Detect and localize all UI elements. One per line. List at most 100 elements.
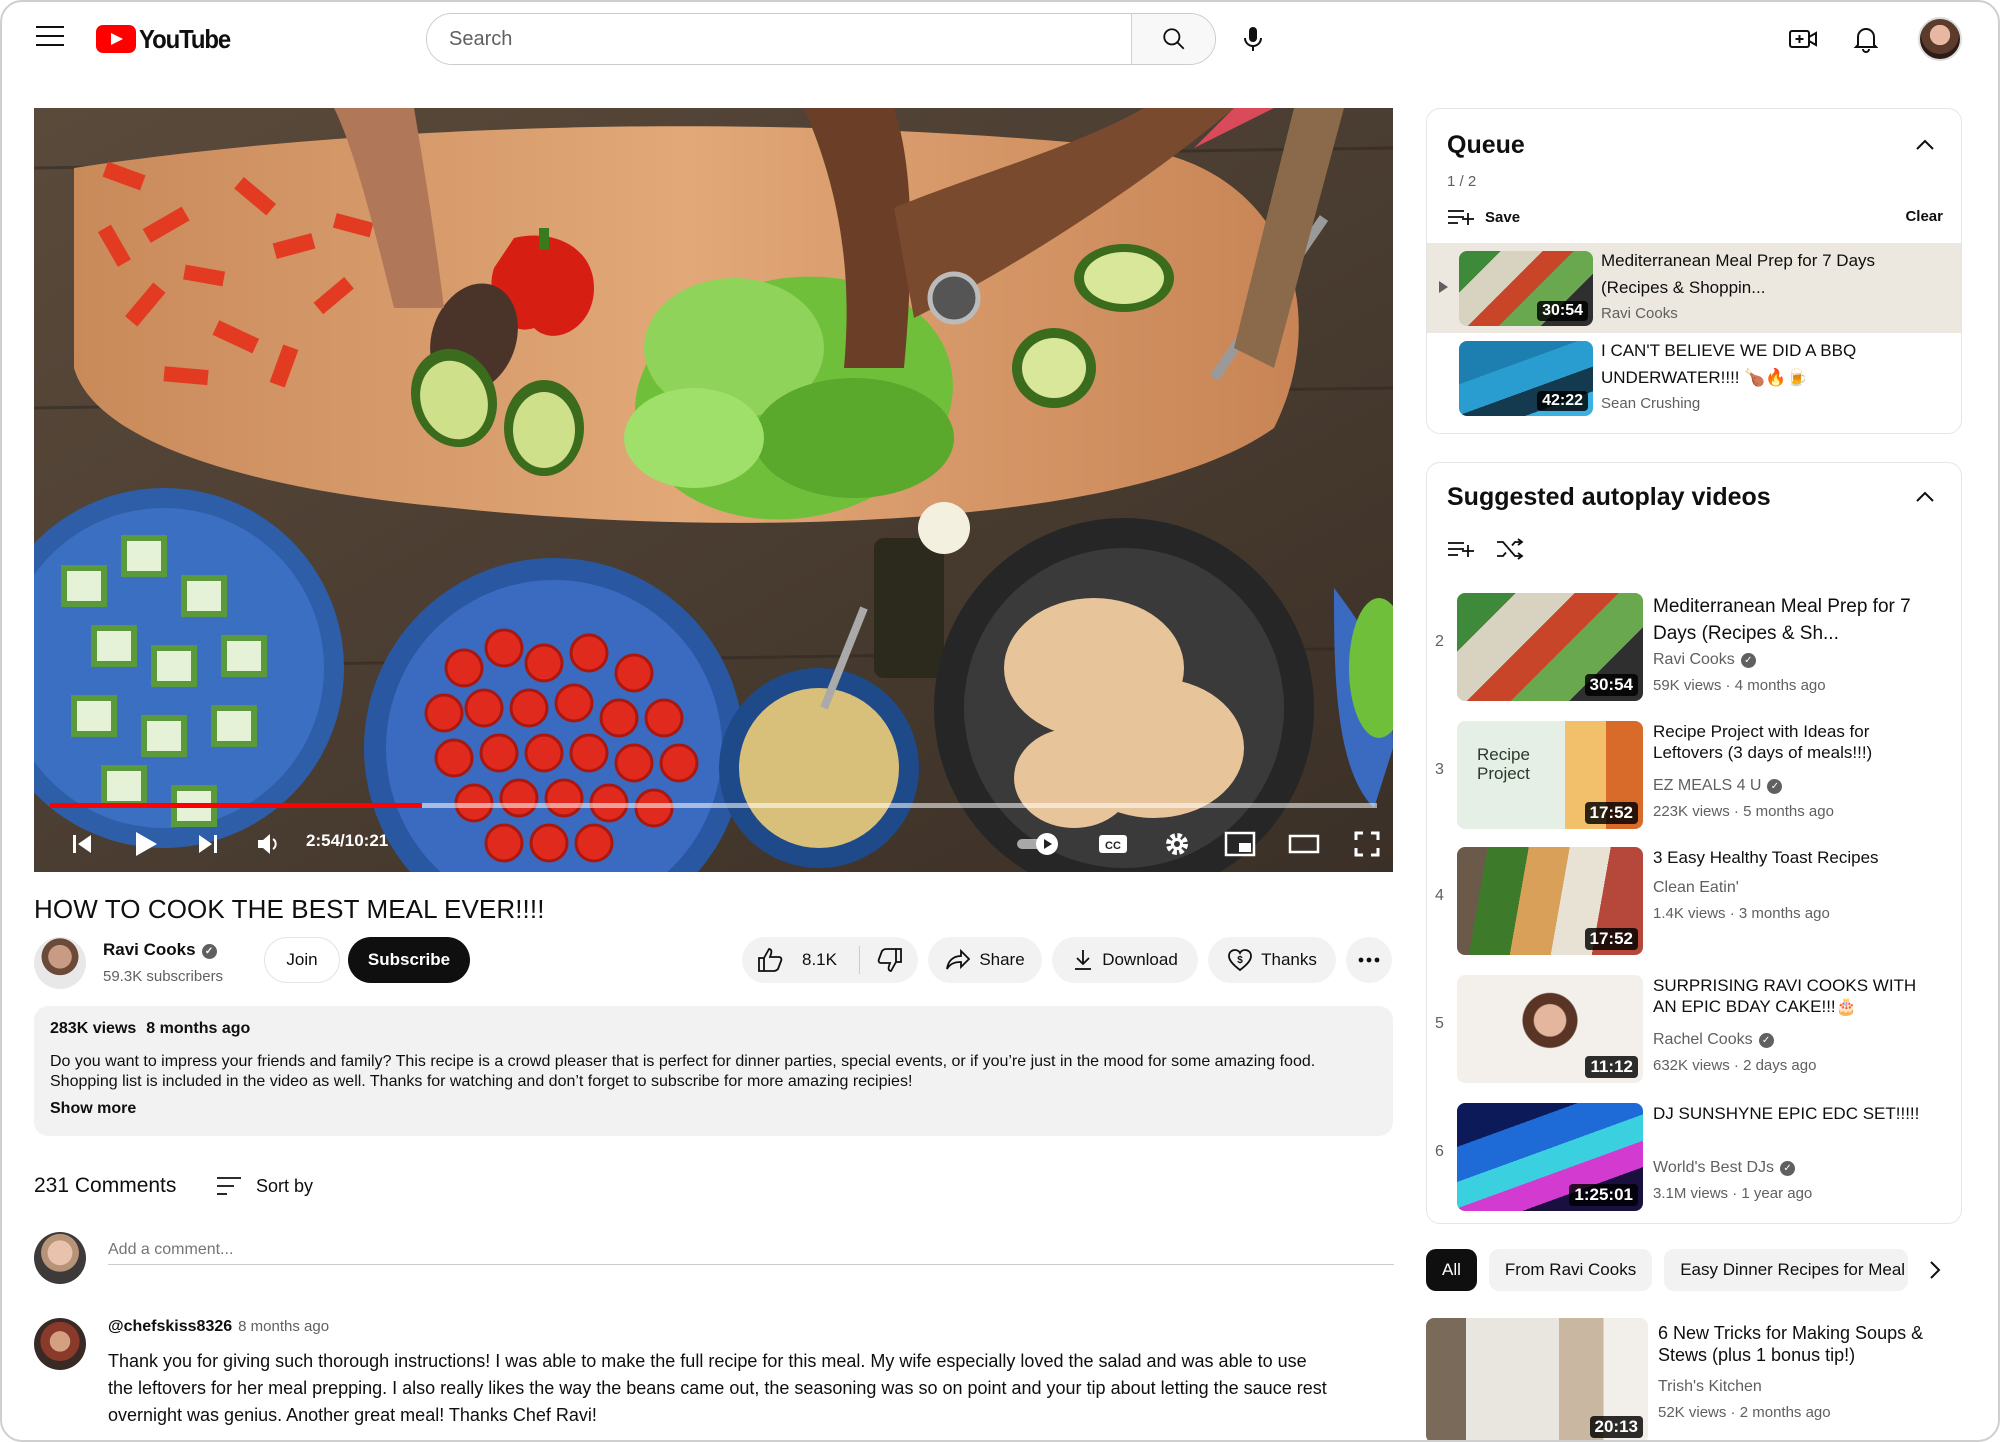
suggested-video-title: DJ SUNSHYNE EPIC EDC SET!!!!! [1653,1104,1920,1123]
progress-played [50,803,422,808]
show-more-button[interactable]: Show more [50,1100,136,1118]
video-title: HOW TO COOK THE BEST MEAL EVER!!!! [34,894,545,924]
like-button[interactable]: 8.1K [756,947,837,973]
queue-item[interactable]: 30:54 Mediterranean Meal Prep for 7 Days… [1427,243,1961,333]
suggested-video-item[interactable]: 3 Recipe Project 17:52 Recipe Project wi… [1427,721,1961,837]
save-queue-button[interactable]: Save [1447,205,1520,229]
video-thumbnail: 30:54 [1459,251,1593,326]
shuffle-button[interactable] [1495,537,1525,566]
view-count: 632K views [1653,1057,1730,1074]
queue-item-title: Mediterranean Meal Prep for 7 Days (Reci… [1601,251,1876,297]
channel-text: Rachel Cooks [1653,1031,1753,1048]
comment-author[interactable]: @chefskiss8326 8 months ago [108,1318,329,1336]
miniplayer-button[interactable] [1220,824,1260,864]
duration-badge: 17:52 [1584,928,1638,950]
suggested-video-item[interactable]: 4 17:52 3 Easy Healthy Toast Recipes Cle… [1427,847,1961,963]
view-count: 1.4K views [1653,905,1726,922]
comment-author-handle: @chefskiss8326 [108,1318,233,1335]
account-avatar[interactable] [1918,17,1962,61]
channel-avatar[interactable] [34,937,86,989]
verified-icon: ✓ [201,944,217,959]
description-text: Do you want to impress your friends and … [50,1053,1316,1090]
upload-age: 4 months ago [1734,677,1826,694]
upload-age: 3 months ago [1738,905,1830,922]
youtube-logo[interactable]: YouTube [96,24,238,54]
item-index: 5 [1435,1015,1444,1032]
add-comment-input[interactable] [108,1235,1394,1265]
subscribe-button[interactable]: Subscribe [348,937,470,983]
view-count: 59K views [1653,677,1722,694]
previous-button[interactable] [64,824,100,864]
item-index: 3 [1435,761,1444,778]
chip-easy-dinner[interactable]: Easy Dinner Recipes for Meal [1664,1249,1909,1291]
suggested-video-item[interactable]: 2 30:54 Mediterranean Meal Prep for 7 Da… [1427,593,1961,709]
recommended-video-item[interactable]: 20:13 6 New Tricks for Making Soups & St… [1426,1318,1962,1440]
view-count: 52K views [1658,1404,1727,1421]
video-player[interactable] [34,108,1393,872]
svg-text:CC: CC [1105,840,1121,852]
top-bar: YouTube [2,2,1998,76]
suggested-video-channel: EZ MEALS 4 U ✓ [1653,777,1783,795]
channel-text: Ravi Cooks [1653,651,1735,668]
more-actions-button[interactable] [1346,937,1392,983]
theater-mode-button[interactable] [1284,824,1324,864]
like-dislike-group: 8.1K [742,937,918,983]
voice-search-button[interactable] [1232,18,1274,60]
suggested-video-item[interactable]: 6 1:25:01 DJ SUNSHYNE EPIC EDC SET!!!!! … [1427,1103,1961,1219]
video-thumbnail: 17:52 [1457,847,1643,955]
autoplay-toggle[interactable] [1014,824,1062,864]
now-playing-icon [1439,281,1448,293]
autoplay-toggle-icon [1017,833,1058,855]
share-button[interactable]: Share [928,937,1042,983]
chevron-up-icon [1916,139,1934,150]
suggested-video-channel: Ravi Cooks ✓ [1653,651,1756,669]
save-label: Save [1485,208,1521,226]
thumbs-down-icon [877,948,902,972]
search-button[interactable] [1131,14,1215,64]
microphone-icon [1244,27,1262,51]
queue-item[interactable]: 42:22 I CAN'T BELIEVE WE DID A BBQ UNDER… [1427,333,1961,423]
play-button[interactable] [126,824,166,864]
queue-title: Queue [1447,131,1525,159]
play-logo-icon [96,25,136,53]
commenter-avatar[interactable] [34,1318,86,1370]
captions-button[interactable]: CC [1094,824,1132,864]
skip-previous-icon [73,835,91,853]
suggested-video-item[interactable]: 5 11:12 SURPRISING RAVI COOKS WITH AN EP… [1427,975,1961,1091]
suggested-video-meta: 223K views · 5 months ago [1653,803,1834,820]
logo-text: YouTube [139,23,231,54]
collapse-suggested-button[interactable] [1911,483,1939,511]
bell-icon [1853,28,1879,53]
settings-button[interactable] [1158,824,1196,864]
play-icon [136,832,157,856]
share-label: Share [979,950,1025,969]
create-button[interactable] [1784,20,1822,58]
fullscreen-button[interactable] [1348,824,1386,864]
clear-queue-button[interactable]: Clear [1905,208,1943,225]
playlist-add-icon [1448,210,1474,225]
description-box[interactable]: 283K views 8 months ago Do you want to im… [34,1006,1393,1136]
comment-time: 8 months ago [238,1318,330,1335]
fullscreen-icon [1354,831,1380,857]
dislike-button[interactable] [876,947,912,973]
thanks-button[interactable]: $ Thanks [1208,937,1336,983]
menu-icon[interactable] [36,26,64,46]
progress-bar[interactable] [50,803,1377,808]
next-button[interactable] [190,824,226,864]
download-button[interactable]: Download [1052,937,1198,983]
sort-comments-button[interactable]: Sort by [216,1172,313,1200]
collapse-queue-button[interactable] [1911,131,1939,159]
search-input[interactable] [427,14,1131,64]
suggested-video-title: 3 Easy Healthy Toast Recipes [1653,848,1879,867]
add-all-to-queue-button[interactable] [1447,540,1475,563]
chips-next-button[interactable] [1920,1249,1950,1291]
channel-name[interactable]: Ravi Cooks ✓ [103,940,217,960]
chip-all[interactable]: All [1426,1249,1477,1291]
chip-from-channel[interactable]: From Ravi Cooks [1488,1249,1653,1291]
video-frame-image [34,108,1393,872]
video-thumbnail: 20:13 [1426,1318,1648,1440]
volume-button[interactable] [250,824,286,864]
playlist-add-icon [1448,542,1474,557]
join-button[interactable]: Join [264,937,340,983]
notifications-button[interactable] [1847,20,1885,58]
